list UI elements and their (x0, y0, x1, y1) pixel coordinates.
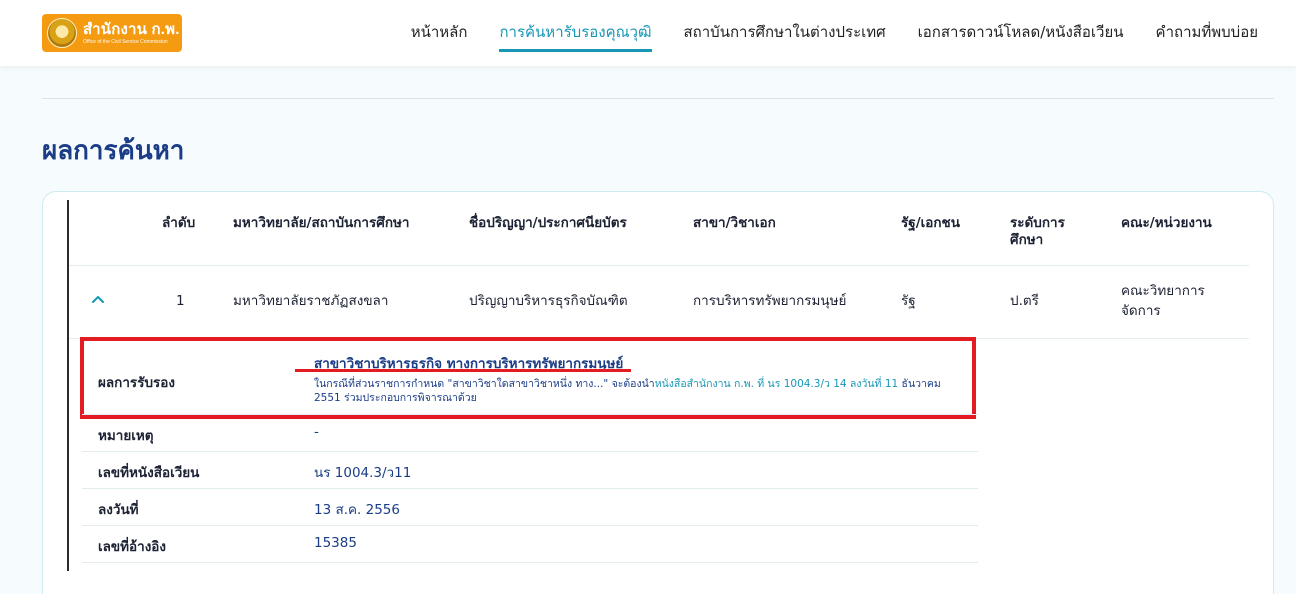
cell-major: การบริหารทรัพยากรมนุษย์ (693, 293, 847, 309)
nav-foreign-institutions[interactable]: สถาบันการศึกษาในต่างประเทศ (684, 0, 886, 66)
header-sector: รัฐ/เอกชน (901, 215, 960, 231)
nav-qualification-search[interactable]: การค้นหารับรองคุณวุฒิ (499, 0, 652, 66)
detail-divider (82, 451, 978, 452)
cell-faculty: คณะวิทยาการจัดการ (1121, 283, 1205, 319)
cell-sector: รัฐ (901, 293, 916, 309)
header-level: ระดับการศึกษา (1010, 215, 1065, 248)
page-title: ผลการค้นหา (42, 136, 185, 166)
date-value: 13 ส.ค. 2556 (314, 502, 400, 518)
logo-subtitle: Office of the Civil Service Commission (83, 38, 168, 45)
site-header: สำนักงาน ก.พ. Office of the Civil Servic… (0, 0, 1296, 66)
header-major: สาขา/วิชาเอก (693, 215, 776, 231)
chevron-up-icon[interactable] (90, 292, 106, 308)
cell-university: มหาวิทยาลัยราชภัฏสงขลา (233, 293, 389, 309)
site-logo[interactable]: สำนักงาน ก.พ. Office of the Civil Servic… (42, 14, 182, 52)
table-left-border (67, 200, 69, 571)
detail-divider (82, 488, 978, 489)
header-faculty: คณะ/หน่วยงาน (1121, 215, 1212, 231)
ref-label: เลขที่อ้างอิง (98, 539, 166, 555)
ref-value: 15385 (314, 535, 357, 551)
circular-label: เลขที่หนังสือเวียน (98, 465, 200, 481)
cell-degree: ปริญญาบริหารธุรกิจบัณฑิต (469, 293, 628, 309)
remark-label: หมายเหตุ (98, 428, 154, 444)
circular-value: นร 1004.3/ว11 (314, 465, 412, 481)
annotation-box (80, 337, 976, 419)
nav-downloads[interactable]: เอกสารดาวน์โหลด/หนังสือเวียน (918, 0, 1124, 66)
remark-value: - (314, 424, 319, 440)
header-university: มหาวิทยาลัย/สถาบันการศึกษา (233, 215, 410, 231)
header-no: ลำดับ (162, 215, 196, 231)
detail-divider (82, 562, 978, 563)
seal-icon (47, 18, 77, 48)
cell-no: 1 (176, 293, 185, 309)
section-divider (42, 98, 1274, 99)
main-nav: หน้าหลัก การค้นหารับรองคุณวุฒิ สถาบันการ… (379, 0, 1258, 66)
header-degree: ชื่อปริญญา/ประกาศนียบัตร (469, 215, 627, 231)
date-label: ลงวันที่ (98, 502, 139, 518)
logo-title: สำนักงาน ก.พ. (83, 20, 180, 38)
cell-level: ป.ตรี (1010, 293, 1039, 309)
detail-divider (82, 525, 978, 526)
detail-divider (82, 414, 978, 415)
nav-home[interactable]: หน้าหลัก (411, 0, 468, 66)
nav-faq[interactable]: คำถามที่พบบ่อย (1156, 0, 1258, 66)
header-row-divider (69, 265, 1249, 266)
